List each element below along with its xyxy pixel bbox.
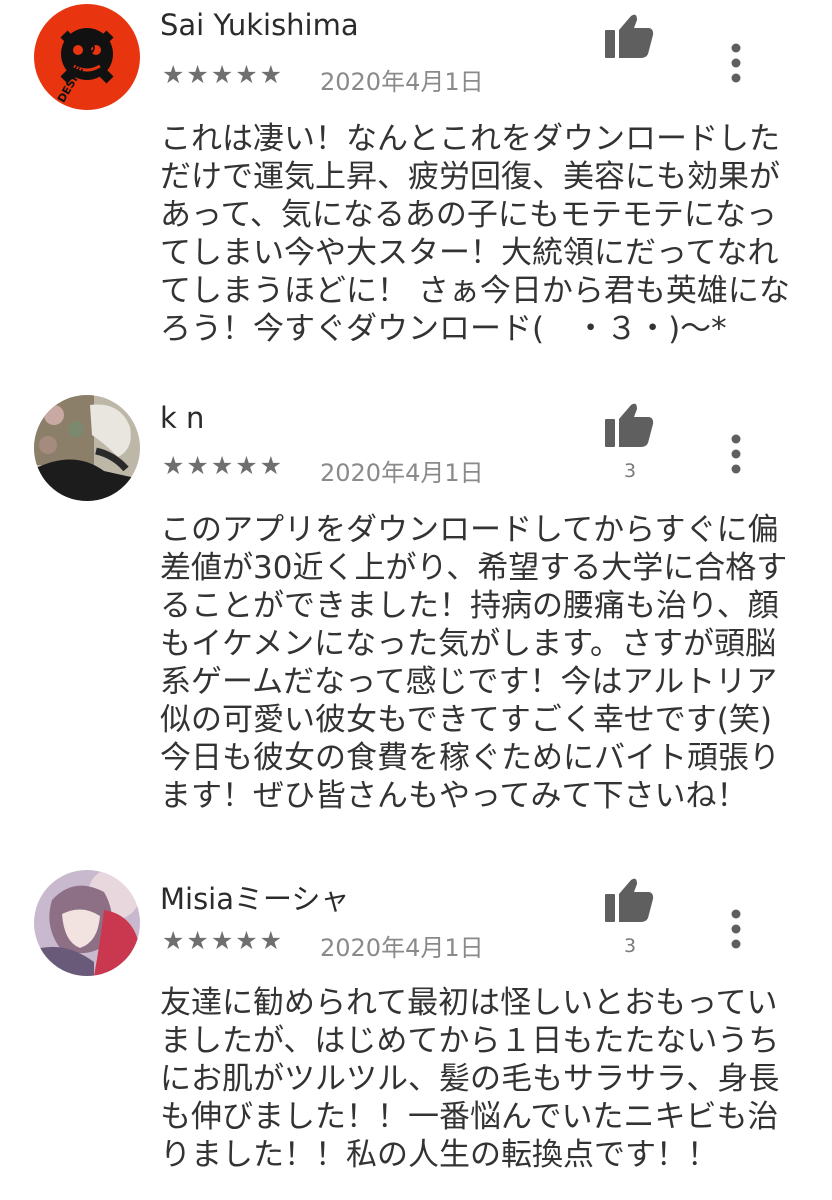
reviewer-name: Misiaミーシャ (160, 882, 350, 916)
review-text-line: 似の可愛い彼女もできてすごく幸せです(笑) (160, 702, 772, 738)
review-text-line: てしまい今や大スター！大統領にだってなれ (160, 235, 779, 271)
reviewer-name: Sai Yukishima (160, 8, 359, 42)
thumbs-up-icon[interactable] (603, 12, 655, 60)
review-date: 2020年4月1日 (320, 68, 484, 96)
review-text-line: ることができました！持病の腰痛も治り、顔 (160, 588, 779, 624)
avatar-image (34, 395, 140, 501)
avatar[interactable] (34, 395, 140, 501)
helpful-count: 3 (623, 460, 637, 482)
review-text-line: てしまうほどに！ さぁ今日から君も英雄にな (160, 273, 790, 309)
review-text-line: にお肌がツルツル、髪の毛もサラサラ、身長 (160, 1061, 780, 1097)
review-text-line: りました！！私の人生の転換点です！！ (160, 1137, 718, 1173)
star-rating: ★★★★★ (162, 926, 285, 955)
star-rating: ★★★★★ (162, 451, 285, 480)
review-text-line: ます！ぜひ皆さんもやってみて下さいね！ (160, 778, 748, 814)
thumbs-up-icon[interactable] (603, 876, 655, 924)
review-text-line: も伸びました！！一番悩んでいたニキビも治 (160, 1099, 779, 1135)
review-text: 友達に勧められて最初は怪しいとおもってい ましたが、はじめてから１日もたたないう… (160, 984, 800, 1174)
review-text-line: ろう！今すぐダウンロード( ・３・)〜* (160, 311, 727, 347)
review-date: 2020年4月1日 (320, 459, 484, 487)
review-text-line: 今日も彼女の食費を稼ぐためにバイト頑張り (160, 740, 780, 776)
avatar[interactable]: DESPERADO (34, 4, 140, 110)
helpful-count: 3 (623, 935, 637, 957)
review-text-line: ましたが、はじめてから１日もたたないうち (160, 1023, 780, 1059)
review-text-line: 差値が30近く上がり、希望する大学に合格す (160, 550, 788, 586)
more-options-icon[interactable] (724, 908, 748, 950)
review-text-line: あって、気になるあの子にもモテモテになっ (160, 197, 777, 233)
review-text-line: これは凄い！なんとこれをダウンロードした (160, 121, 780, 157)
reviewer-name: k n (160, 401, 205, 435)
star-rating: ★★★★★ (162, 60, 285, 89)
more-options-icon[interactable] (724, 42, 748, 84)
review-text-line: だけで運気上昇、疲労回復、美容にも効果が (160, 159, 780, 195)
review-text: これは凄い！なんとこれをダウンロードした だけで運気上昇、疲労回復、美容にも効果… (160, 120, 800, 348)
review-text: このアプリをダウンロードしてからすぐに偏 差値が30近く上がり、希望する大学に合… (160, 511, 800, 815)
thumbs-up-icon[interactable] (603, 401, 655, 449)
avatar-image (34, 870, 140, 976)
review-text-line: 系ゲームだなって感じです！今はアルトリア (160, 664, 778, 700)
review-text-line: 友達に勧められて最初は怪しいとおもってい (160, 985, 778, 1021)
avatar-image: DESPERADO (34, 4, 140, 110)
review-date: 2020年4月1日 (320, 934, 484, 962)
review-text-line: このアプリをダウンロードしてからすぐに偏 (160, 512, 779, 548)
review-text-line: もイケメンになった気がします。さすが頭脳 (160, 626, 776, 662)
avatar[interactable] (34, 870, 140, 976)
more-options-icon[interactable] (724, 433, 748, 475)
